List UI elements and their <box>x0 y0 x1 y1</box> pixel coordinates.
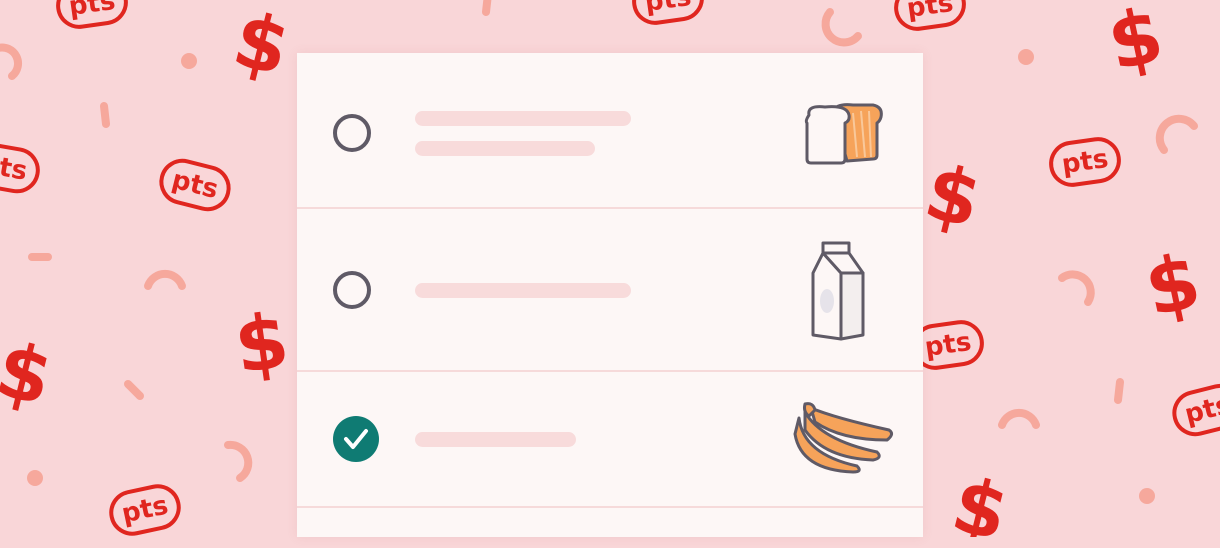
dollar-sign: $ <box>1100 0 1170 88</box>
list-item[interactable] <box>297 53 923 209</box>
list-item[interactable] <box>297 508 923 548</box>
shopping-list-card <box>297 53 923 537</box>
checked-radio[interactable] <box>333 416 379 462</box>
pts-badge: pts <box>105 480 185 537</box>
dollar-sign: $ <box>1137 236 1207 334</box>
bread-icon <box>804 103 883 165</box>
dollar-sign: $ <box>917 146 990 245</box>
svg-text:pts: pts <box>1182 390 1220 430</box>
dollar-sign: $ <box>225 0 298 93</box>
pts-badge: pts <box>0 139 44 197</box>
pts-badge: pts <box>1167 379 1220 441</box>
svg-text:pts: pts <box>169 165 221 205</box>
list-item[interactable] <box>297 209 923 372</box>
checkmark-icon <box>344 429 368 449</box>
svg-text:pts: pts <box>67 0 117 22</box>
pts-badge: pts <box>53 0 131 32</box>
dollar-sign: $ <box>944 459 1017 537</box>
placeholder-line <box>415 141 595 156</box>
unchecked-radio[interactable] <box>333 271 371 309</box>
svg-text:pts: pts <box>643 0 693 18</box>
dollar-sign: $ <box>0 324 61 423</box>
pts-badge: pts <box>154 154 236 216</box>
pts-badge: pts <box>629 0 707 28</box>
list-item[interactable] <box>297 372 923 508</box>
placeholder-line <box>415 111 631 126</box>
svg-text:pts: pts <box>119 490 171 529</box>
placeholder-line <box>415 283 631 298</box>
svg-text:pts: pts <box>923 327 973 363</box>
svg-text:pts: pts <box>0 149 30 187</box>
dollar-sign: $ <box>229 295 294 390</box>
unchecked-radio[interactable] <box>333 114 371 152</box>
pts-badge: pts <box>891 0 969 34</box>
banana-bunch-icon <box>793 402 894 474</box>
milk-carton-icon <box>811 241 865 341</box>
svg-text:pts: pts <box>905 0 955 24</box>
svg-text:pts: pts <box>1060 144 1110 180</box>
placeholder-line <box>415 432 576 447</box>
pts-badge: pts <box>1046 134 1124 190</box>
